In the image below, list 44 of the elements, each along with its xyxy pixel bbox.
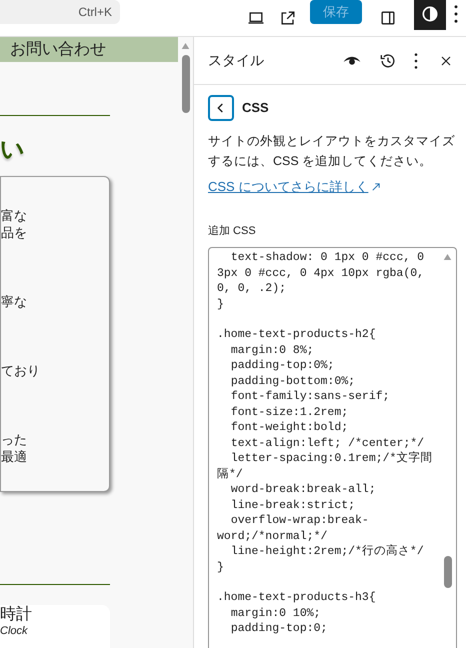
code-line: font-family:sans-serif; [230,389,391,404]
scrollbar-thumb[interactable] [182,55,190,113]
command-search-field[interactable]: Ctrl+K [0,0,120,24]
code-line: } [217,296,225,312]
css-description: サイトの外観とレイアウトをカスタマイズするには、CSS を追加してください。 [207,133,456,170]
card-text: った [1,431,28,448]
card-text: 品を [1,224,28,241]
product-subtitle: Clock [0,625,29,637]
more-options-icon[interactable] [454,5,458,23]
section-heading: い [0,138,25,162]
sidebar-title: スタイル [208,51,265,70]
code-line: .home-text-products-h3{ [217,590,377,606]
code-line: } [217,560,225,575]
code-line: line-height:2rem;/*行の高さ*/ [230,544,425,560]
shortcut-hint: Ctrl+K [78,4,112,21]
code-line: padding-top:0%; [230,358,336,374]
more-options-icon[interactable] [414,52,418,68]
code-line: padding-top:0; [230,621,328,636]
code-line: font-size:1.2rem; [230,404,350,420]
scrollbar-thumb[interactable] [444,556,452,588]
code-line: text-align:left; /*center;*/ [230,436,426,451]
product-title: 時計 [0,605,33,625]
section-title: CSS [242,99,269,118]
back-button[interactable] [208,95,234,121]
learn-more-link[interactable]: CSS についてさらに詳しく [208,177,368,196]
code-line: padding-bottom:0%; [230,374,356,389]
css-code-field[interactable] [208,247,457,648]
code-line: .home-text-products-h2{ [217,327,377,342]
external-arrow-icon [372,182,380,191]
code-line: word-break:break-all; [230,482,377,498]
code-line: line-break:strict; [230,498,356,513]
card-text: 寧な [1,293,28,310]
nav-link[interactable]: お問い合わせ [10,38,106,62]
card-text: 最適 [1,448,28,465]
code-line: text-shadow: 0 1px 0 #ccc, 0 3px 0 #ccc, 0 4px 10px rgba(0, 0, 0, .2); [217,250,426,296]
scroll-up-arrow-icon[interactable] [443,254,452,260]
code-line: font-weight:bold; [230,420,350,436]
code-line: margin:0 8%; [230,342,315,358]
styles-toggle-button[interactable] [414,0,446,30]
card-text: 富な [1,207,28,224]
field-label: 追加 CSS [207,224,257,238]
code-line: margin:0 10%; [230,606,322,621]
card-text: ており [1,362,41,379]
contrast-icon [420,4,440,24]
